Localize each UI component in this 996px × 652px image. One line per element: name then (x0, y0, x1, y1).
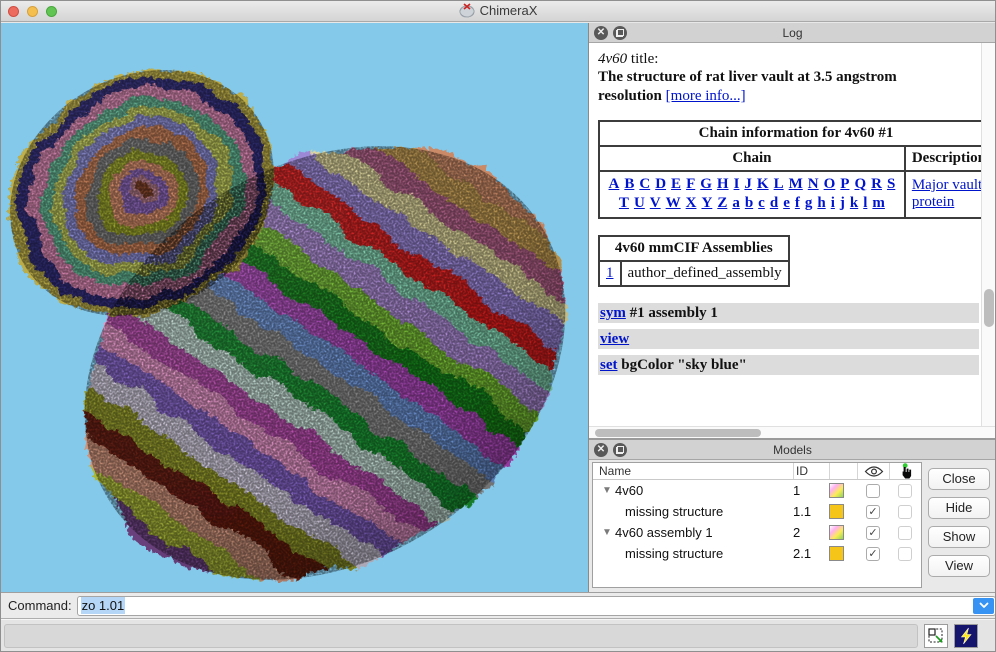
traffic-lights (8, 0, 57, 22)
chain-description-link[interactable]: Major vault protein (912, 177, 981, 210)
window-title: ChimeraX (479, 3, 538, 18)
log-vertical-scrollbar[interactable] (981, 43, 996, 426)
lightning-icon (960, 627, 972, 645)
chain-links-row2[interactable]: TUVWXYZabcdefghijklm (606, 194, 898, 214)
structure-title-text: The structure of rat liver vault at 3.5 … (598, 69, 897, 104)
fast-mode-button[interactable] (954, 624, 978, 648)
models-table: Name ID ▼ 4v60 1 missing structure 1.1 ✓… (592, 462, 922, 588)
models-panel: ✕ Models Name ID ▼ 4v60 1 missing struct… (589, 440, 996, 592)
structure-title-label: 4v60 title: (598, 51, 659, 67)
command-input-selected-text: zo 1.01 (80, 597, 126, 614)
snapshot-region-button[interactable] (924, 624, 948, 648)
sym-command-link[interactable]: sym (600, 305, 626, 321)
hide-model-button[interactable]: Hide (928, 497, 990, 519)
assemblies-table: 4v60 mmCIF Assemblies 1 author_defined_a… (598, 234, 790, 287)
models-buttons: Close Hide Show View (928, 468, 990, 577)
model-color-swatch[interactable] (829, 483, 844, 498)
status-message-area (4, 624, 918, 648)
models-panel-title: Models (773, 442, 812, 457)
minimize-window-button[interactable] (27, 5, 38, 17)
command-echo-set: set bgColor "sky blue" (598, 354, 979, 375)
command-echo-view: view (598, 328, 979, 349)
log-content: 4v60 title: The structure of rat liver v… (589, 43, 981, 426)
model-color-swatch[interactable] (829, 504, 844, 519)
selected-checkbox[interactable]: ✓ (898, 525, 912, 540)
window-title-group: ChimeraX (459, 3, 538, 18)
name-column-header: Name (599, 464, 632, 478)
log-hscroll-thumb[interactable] (595, 429, 761, 437)
vault-structure-render (0, 23, 588, 592)
log-panel-title: Log (782, 25, 803, 40)
close-window-button[interactable] (8, 5, 19, 17)
selected-checkbox[interactable]: ✓ (898, 546, 912, 561)
shown-checkbox[interactable]: ✓ (866, 483, 880, 498)
models-table-header: Name ID (593, 463, 921, 480)
shown-checkbox[interactable]: ✓ (866, 504, 880, 519)
assembly-name-cell: author_defined_assembly (619, 259, 790, 287)
command-label: Command: (8, 598, 72, 613)
log-vscroll-thumb[interactable] (984, 289, 994, 327)
title-bar: ChimeraX (0, 0, 996, 22)
chimerax-app-icon (459, 3, 475, 18)
log-undock-icon[interactable] (613, 25, 627, 40)
graphics-viewport[interactable] (0, 23, 589, 592)
description-column-header: Description (903, 144, 981, 172)
models-undock-icon[interactable] (613, 442, 627, 457)
log-horizontal-scrollbar[interactable] (589, 426, 996, 438)
chain-column-header: Chain (598, 144, 906, 172)
chain-links-row1[interactable]: ABCDEFGHIJKLMNOPQRS (606, 175, 898, 195)
close-model-button[interactable]: Close (928, 468, 990, 490)
log-panel: ✕ Log 4v60 title: The structure of rat l… (589, 23, 996, 440)
shown-checkbox[interactable]: ✓ (866, 525, 880, 540)
view-model-button[interactable]: View (928, 555, 990, 577)
models-panel-header: ✕ Models (589, 440, 996, 460)
model-row-2-1-missing-structure[interactable]: missing structure 2.1 ✓ ✓ (593, 543, 921, 564)
model-row-4v60-assembly-1[interactable]: ▼4v60 assembly 1 2 ✓ ✓ (593, 522, 921, 543)
chain-information-table: Chain information for 4v60 #1 Chain Desc… (598, 119, 981, 219)
chain-table-title: Chain information for 4v60 #1 (598, 119, 981, 147)
log-panel-header: ✕ Log (589, 23, 996, 43)
model-row-4v60[interactable]: ▼4v60 1 ✓ ✓ (593, 480, 921, 501)
hand-select-icon (902, 463, 911, 479)
status-bar (0, 618, 996, 652)
models-close-icon[interactable]: ✕ (594, 442, 608, 457)
shown-checkbox[interactable]: ✓ (866, 546, 880, 561)
command-echo-sym: sym #1 assembly 1 (598, 302, 979, 323)
chevron-down-icon (979, 602, 988, 608)
chimerax-window: ChimeraX ✕ Log 4v60 title: The structure… (0, 0, 996, 652)
snapshot-region-icon (928, 628, 943, 643)
eye-icon (864, 465, 883, 477)
chain-links-cell: ABCDEFGHIJKLMNOPQRS TUVWXYZabcdefghijklm (598, 169, 906, 219)
command-bar: Command: zo 1.01 (0, 592, 996, 618)
show-model-button[interactable]: Show (928, 526, 990, 548)
log-close-icon[interactable]: ✕ (594, 25, 608, 40)
disclosure-triangle-icon[interactable]: ▼ (599, 485, 615, 496)
command-history-dropdown-button[interactable] (973, 597, 994, 614)
model-row-1-1-missing-structure[interactable]: missing structure 1.1 ✓ ✓ (593, 501, 921, 522)
assemblies-table-title: 4v60 mmCIF Assemblies (598, 234, 790, 262)
zoom-window-button[interactable] (46, 5, 57, 17)
more-info-link[interactable]: [more info...] (666, 88, 746, 104)
assembly-1-link[interactable]: 1 (606, 265, 614, 281)
id-column-header: ID (793, 463, 829, 479)
selected-checkbox[interactable]: ✓ (898, 504, 912, 519)
selected-checkbox[interactable]: ✓ (898, 483, 912, 498)
command-input[interactable]: zo 1.01 (76, 595, 996, 616)
model-color-swatch[interactable] (829, 525, 844, 540)
disclosure-triangle-icon[interactable]: ▼ (599, 527, 615, 538)
set-command-link[interactable]: set (600, 357, 618, 373)
view-command-link[interactable]: view (600, 331, 629, 347)
model-color-swatch[interactable] (829, 546, 844, 561)
